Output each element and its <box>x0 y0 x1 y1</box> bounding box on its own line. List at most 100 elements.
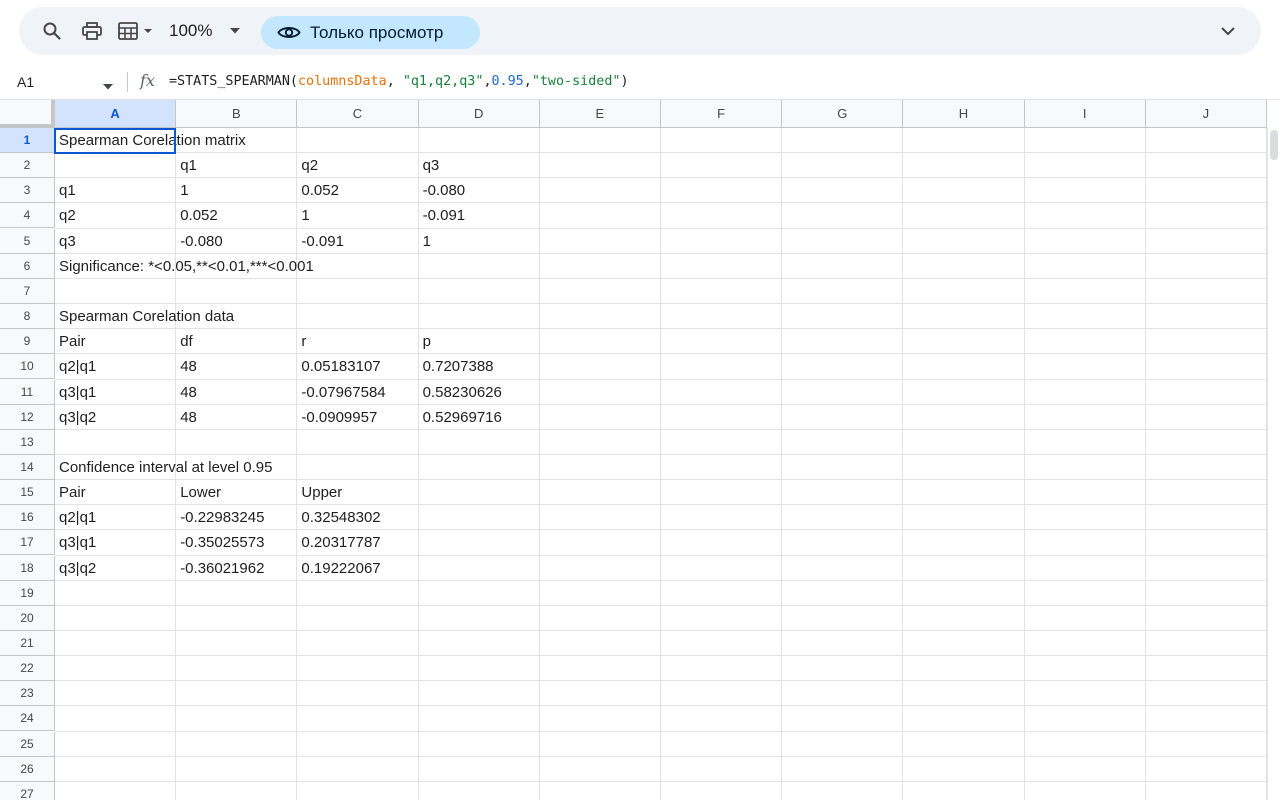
row-header-18[interactable]: 18 <box>0 556 55 581</box>
row-header-16[interactable]: 16 <box>0 505 55 530</box>
cell-b2[interactable]: q1 <box>176 153 197 178</box>
cell-a17[interactable]: q3|q1 <box>55 530 96 555</box>
column-header-e[interactable]: E <box>539 100 661 128</box>
row-header-11[interactable]: 11 <box>0 380 55 405</box>
cell-c10[interactable]: 0.05183107 <box>297 354 380 379</box>
cell-c18[interactable]: 0.19222067 <box>297 556 380 581</box>
cell-b4[interactable]: 0.052 <box>176 203 218 228</box>
cell-c15[interactable]: Upper <box>297 480 342 505</box>
print-icon[interactable] <box>79 17 105 45</box>
row-header-23[interactable]: 23 <box>0 681 55 706</box>
name-box-dropdown-icon[interactable] <box>102 78 114 96</box>
cell-d5[interactable]: 1 <box>419 229 431 254</box>
row-header-22[interactable]: 22 <box>0 656 55 681</box>
cell-c9[interactable]: r <box>297 329 306 354</box>
cell-c16[interactable]: 0.32548302 <box>297 505 380 530</box>
row-header-4[interactable]: 4 <box>0 203 55 228</box>
cell-b17[interactable]: -0.35025573 <box>176 530 264 555</box>
cell-c4[interactable]: 1 <box>297 203 309 228</box>
row-header-26[interactable]: 26 <box>0 757 55 782</box>
cell-d4[interactable]: -0.091 <box>419 203 466 228</box>
cell-b12[interactable]: 48 <box>176 405 197 430</box>
row-header-12[interactable]: 12 <box>0 405 55 430</box>
row-header-10[interactable]: 10 <box>0 354 55 379</box>
row-header-1[interactable]: 1 <box>0 128 55 153</box>
cell-c2[interactable]: q2 <box>297 153 318 178</box>
cell-c12[interactable]: -0.0909957 <box>297 405 377 430</box>
cell-a14[interactable]: Confidence interval at level 0.95 <box>55 455 272 480</box>
chevron-down-icon[interactable] <box>226 17 244 45</box>
cell-a6[interactable]: Significance: *<0.05,**<0.01,***<0.001 <box>55 254 314 279</box>
cell-b11[interactable]: 48 <box>176 380 197 405</box>
row-header-8[interactable]: 8 <box>0 304 55 329</box>
row-header-13[interactable]: 13 <box>0 430 55 455</box>
cell-d2[interactable]: q3 <box>419 153 440 178</box>
row-header-6[interactable]: 6 <box>0 254 55 279</box>
cell-a12[interactable]: q3|q2 <box>55 405 96 430</box>
cell-a16[interactable]: q2|q1 <box>55 505 96 530</box>
cell-a4[interactable]: q2 <box>55 203 76 228</box>
column-header-d[interactable]: D <box>418 100 540 128</box>
paint-format-icon[interactable] <box>115 17 159 45</box>
row-header-17[interactable]: 17 <box>0 530 55 555</box>
formula-input[interactable]: =STATS_SPEARMAN(columnsData, "q1,q2,q3",… <box>169 64 629 100</box>
cell-a8[interactable]: Spearman Corelation data <box>55 304 234 329</box>
cell-b15[interactable]: Lower <box>176 480 221 505</box>
column-header-i[interactable]: I <box>1024 100 1146 128</box>
select-all-corner[interactable] <box>0 100 55 128</box>
cell-d11[interactable]: 0.58230626 <box>419 380 502 405</box>
row-header-5[interactable]: 5 <box>0 229 55 254</box>
name-box[interactable]: A1 <box>17 64 34 100</box>
expand-menu-icon[interactable] <box>1217 17 1239 45</box>
cell-a9[interactable]: Pair <box>55 329 86 354</box>
row-header-14[interactable]: 14 <box>0 455 55 480</box>
column-header-a[interactable]: A <box>55 100 177 128</box>
cell-b18[interactable]: -0.36021962 <box>176 556 264 581</box>
cell-c11[interactable]: -0.07967584 <box>297 380 385 405</box>
cell-a10[interactable]: q2|q1 <box>55 354 96 379</box>
row-header-21[interactable]: 21 <box>0 631 55 656</box>
scrollbar-thumb[interactable] <box>1270 130 1278 160</box>
search-icon[interactable] <box>39 17 65 45</box>
cell-d9[interactable]: p <box>419 329 431 354</box>
cell-d10[interactable]: 0.7207388 <box>419 354 494 379</box>
zoom-level[interactable]: 100% <box>169 7 212 55</box>
cell-d3[interactable]: -0.080 <box>419 178 466 203</box>
row-header-25[interactable]: 25 <box>0 732 55 757</box>
cell-a15[interactable]: Pair <box>55 480 86 505</box>
row-header-20[interactable]: 20 <box>0 606 55 631</box>
cell-b9[interactable]: df <box>176 329 193 354</box>
row-header-9[interactable]: 9 <box>0 329 55 354</box>
cell-a5[interactable]: q3 <box>55 229 76 254</box>
cell-a3[interactable]: q1 <box>55 178 76 203</box>
cell-a1[interactable]: Spearman Corelation matrix <box>55 128 246 153</box>
cell-b16[interactable]: -0.22983245 <box>176 505 264 530</box>
row-header-19[interactable]: 19 <box>0 581 55 606</box>
cell-b10[interactable]: 48 <box>176 354 197 379</box>
cell-b3[interactable]: 1 <box>176 178 188 203</box>
row-header-2[interactable]: 2 <box>0 153 55 178</box>
sheet-grid[interactable]: A B C D E F G H I J 1 2 3 4 5 6 7 8 9 10 11 12 13 14 15 16 17 18 19 2… <box>0 100 1280 800</box>
cell-c3[interactable]: 0.052 <box>297 178 339 203</box>
vertical-scrollbar[interactable] <box>1267 128 1280 800</box>
row-header-15[interactable]: 15 <box>0 480 55 505</box>
view-only-button[interactable]: Только просмотр <box>261 16 480 49</box>
column-header-h[interactable]: H <box>903 100 1025 128</box>
column-header-f[interactable]: F <box>661 100 783 128</box>
column-header-b[interactable]: B <box>176 100 298 128</box>
row-header-7[interactable]: 7 <box>0 279 55 304</box>
cell-b5[interactable]: -0.080 <box>176 229 223 254</box>
cell-d12[interactable]: 0.52969716 <box>419 405 502 430</box>
column-header-j[interactable]: J <box>1145 100 1267 128</box>
row-header-24[interactable]: 24 <box>0 706 55 731</box>
cell-a18[interactable]: q3|q2 <box>55 556 96 581</box>
row-header-27[interactable]: 27 <box>0 782 55 800</box>
cell-a11[interactable]: q3|q1 <box>55 380 96 405</box>
column-header-c[interactable]: C <box>297 100 419 128</box>
row-header-3[interactable]: 3 <box>0 178 55 203</box>
grid-hline <box>55 353 1267 354</box>
cell-c5[interactable]: -0.091 <box>297 229 344 254</box>
column-header-g[interactable]: G <box>782 100 904 128</box>
grid-hline <box>55 228 1267 229</box>
cell-c17[interactable]: 0.20317787 <box>297 530 380 555</box>
